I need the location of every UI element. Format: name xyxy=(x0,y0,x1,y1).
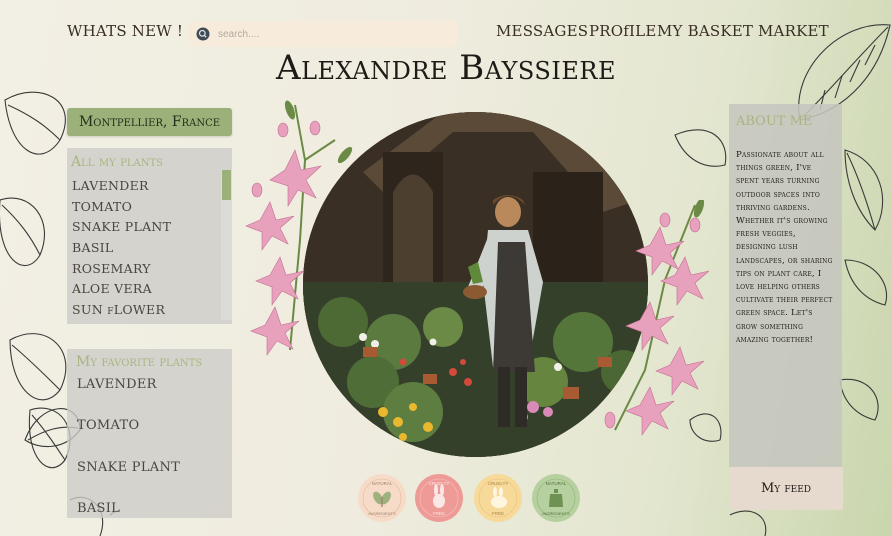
svg-text:CRUELTY: CRUELTY xyxy=(429,481,450,486)
cruelty-free-badge-yellow: CRUELTY FREE xyxy=(474,474,522,522)
nav-market[interactable]: MARKET xyxy=(758,22,829,40)
list-item[interactable]: SNAKE PLANT xyxy=(77,460,180,475)
my-feed-label: My feed xyxy=(761,481,811,496)
natural-ingredients-badge-green: NATURAL INGREDIENTS xyxy=(532,474,580,522)
my-feed-button[interactable]: My feed xyxy=(729,467,843,510)
list-item[interactable]: BASIL xyxy=(72,240,171,261)
svg-text:INGREDIENTS: INGREDIENTS xyxy=(542,511,570,516)
location-badge: Montpellier, France xyxy=(67,108,232,136)
list-item[interactable]: TOMATO xyxy=(72,199,171,220)
nav-my-basket[interactable]: MY BASKET xyxy=(657,22,753,40)
list-item[interactable]: BASIL xyxy=(77,501,120,516)
search-input[interactable] xyxy=(216,27,440,41)
garden-illustration xyxy=(303,112,648,457)
svg-text:INGREDIENTS: INGREDIENTS xyxy=(368,511,396,516)
svg-text:NATURAL: NATURAL xyxy=(546,481,567,486)
list-item[interactable]: SNAKE PLANT xyxy=(72,219,171,240)
svg-text:CRUELTY: CRUELTY xyxy=(488,481,509,486)
nav-messages[interactable]: MESSAGES xyxy=(496,22,588,40)
favorite-plants-title: My favorite plants xyxy=(76,354,203,370)
profile-name: Alexandre Bayssiere xyxy=(276,48,616,88)
gardener-photo xyxy=(303,112,648,457)
list-item[interactable]: ALOE VERA xyxy=(72,281,171,302)
about-me-title: ABOUT ME xyxy=(736,114,813,129)
search-bar[interactable] xyxy=(188,21,458,47)
svg-text:FREE: FREE xyxy=(433,511,445,516)
location-label: Montpellier, France xyxy=(78,114,221,130)
plants-scrollbar[interactable] xyxy=(221,170,232,320)
list-item[interactable]: ROSEMARY xyxy=(72,261,171,282)
all-plants-list: LAVENDER TOMATO SNAKE PLANT BASIL ROSEMA… xyxy=(72,178,171,323)
search-icon[interactable] xyxy=(196,27,210,41)
scrollbar-thumb[interactable] xyxy=(222,170,231,200)
about-me-panel: ABOUT ME Passionate about all things gre… xyxy=(729,104,842,474)
list-item[interactable]: SUN fLOWER xyxy=(72,302,171,323)
whats-new-link[interactable]: WHATS NEW ! xyxy=(67,22,183,40)
nav-profile[interactable]: PROfILE xyxy=(589,22,656,40)
list-item[interactable]: LAVENDER xyxy=(77,377,157,392)
all-plants-title: All my plants xyxy=(71,154,163,170)
favorite-plants-panel: My favorite plants LAVENDER TOMATO SNAKE… xyxy=(67,349,232,518)
natural-ingredients-badge: NATURAL INGREDIENTS xyxy=(358,474,406,522)
cruelty-free-badge-red: CRUELTY FREE xyxy=(415,474,463,522)
about-me-text: Passionate about all things green, I've … xyxy=(736,150,833,345)
all-plants-panel: All my plants LAVENDER TOMATO SNAKE PLAN… xyxy=(67,148,232,324)
list-item[interactable]: TOMATO xyxy=(77,418,139,433)
svg-text:FREE: FREE xyxy=(492,511,504,516)
list-item[interactable]: LAVENDER xyxy=(72,178,171,199)
svg-text:NATURAL: NATURAL xyxy=(372,481,393,486)
